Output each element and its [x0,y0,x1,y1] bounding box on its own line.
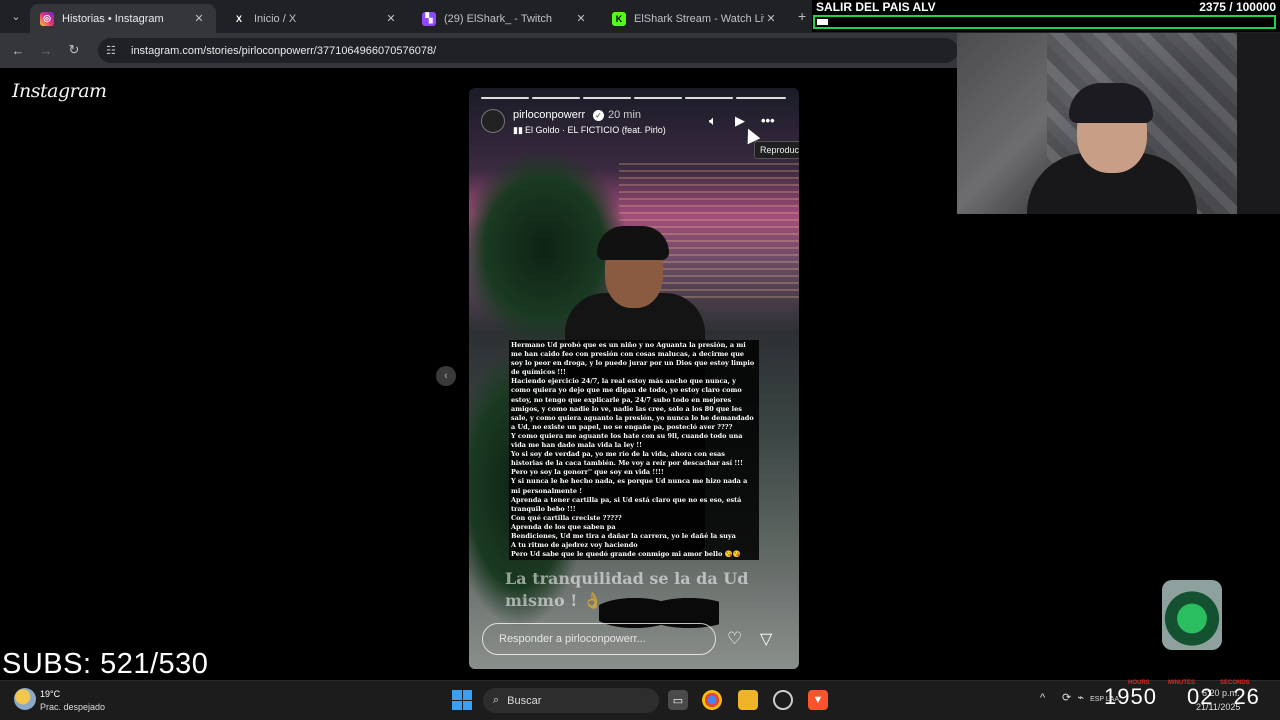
story-progress-segment [685,97,733,99]
back-icon[interactable]: ← [8,40,28,60]
story-progress-segment [583,97,631,99]
tab-twitch[interactable]: ▚ (29) ElShark_ - Twitch ✕ [412,4,598,33]
heart-icon[interactable]: ♡ [727,629,742,649]
tip-jar-icon [1162,580,1222,650]
webcam-doorway [1237,33,1280,214]
kick-icon: K [612,11,626,26]
weather-icon[interactable] [14,688,36,710]
subs-counter: SUBS: 521/530 [2,648,209,680]
story-text-line: Pero yo soy la gonorr'' que soy en vida … [511,468,664,477]
tab-title: Historias • Instagram [62,12,164,25]
story-viewer[interactable]: pirloconpowerr ✓ 20 min ▮▮ El Goldo · EL… [469,88,799,669]
windows-start-icon[interactable] [452,690,472,710]
story-caption: La tranquilidad se la da Ud mismo ! 👌 [505,569,749,610]
story-text-line: Con qué cartilla creciste ????? [511,513,622,522]
stream-goal-title: SALIR DEL PAIS ALV [816,0,936,14]
story-text-line: Hermano Ud probó que es un niño y no Agu… [511,341,755,377]
stream-goal-progress-fill [817,19,828,25]
streamer-webcam [957,33,1280,214]
reload-icon[interactable]: ↻ [64,40,84,60]
story-reply-input[interactable]: Responder a pirloconpowerr... [482,623,716,655]
twitch-icon: ▚ [422,11,436,26]
tab-close-icon[interactable]: ✕ [764,12,778,25]
send-icon[interactable]: ▽ [760,629,772,649]
story-progress-segment [481,97,529,99]
weather-temperature[interactable]: 19°C [40,689,60,699]
story-avatar[interactable] [481,109,505,133]
story-username[interactable]: pirloconpowerr [513,109,585,121]
previous-story-arrow-icon[interactable]: ‹ [436,366,456,386]
music-bars-icon: ▮▮ [513,125,523,135]
story-text-line: Aprenda de los que saben pa [511,522,616,531]
story-text-line: Pero Ud sabe que le quedó grande conmigo… [511,550,741,559]
instagram-logo[interactable]: Instagram [12,80,107,102]
tab-title: (29) ElShark_ - Twitch [444,12,553,25]
verified-badge-icon: ✓ [593,110,604,121]
new-tab-icon[interactable]: + [798,8,806,24]
taskbar-search[interactable]: ⌕ Buscar [483,688,659,713]
story-person-cap [597,226,669,260]
volume-icon[interactable]: 🔈︎ [709,113,717,129]
story-text-line: Y si nunca le he hecho nada, es porque U… [511,477,748,495]
taskbar-search-label: Buscar [507,694,542,707]
story-progress-segment [736,97,786,99]
site-info-icon[interactable]: ☷ [106,44,122,57]
story-text-line: Haciendo ejercicio 24/7, la real estoy m… [511,377,754,431]
story-progress-segment [634,97,682,99]
timer-seconds: 26 [1233,684,1260,709]
timer-minutes: 02 [1186,684,1214,709]
search-icon: ⌕ [493,694,500,706]
x-icon: X [235,13,242,24]
file-explorer-icon[interactable] [738,690,758,710]
tab-kick[interactable]: K ElShark Stream - Watch Live on ✕ [602,4,788,33]
story-text-line: Bendiciones, Ud me tira a dañar la carre… [511,531,736,540]
timer-hours: 1950 [1104,684,1157,709]
tab-close-icon[interactable]: ✕ [574,12,588,25]
story-progress-segment [532,97,580,99]
tab-search-chevron-icon[interactable]: ⌄ [6,6,26,26]
story-time: 20 min [608,109,642,121]
story-text-line: Y como quiera me aguante los hate con su… [511,431,743,450]
story-text-line: Yo si soy de verdad pa, yo me río de la … [511,450,743,468]
weather-description[interactable]: Prac. despejado [40,702,105,712]
tab-x[interactable]: X Inicio / X ✕ [222,4,408,33]
webcam-person-cap [1069,83,1153,123]
chrome-icon[interactable] [702,690,722,710]
tab-title: ElShark Stream - Watch Live on [634,12,764,25]
address-url: instagram.com/stories/pirloconpowerr/377… [131,44,437,57]
stream-goal-progress-bar [813,15,1276,29]
address-bar[interactable]: ☷ instagram.com/stories/pirloconpowerr/3… [98,38,958,63]
more-options-icon[interactable]: ••• [761,113,775,128]
task-view-icon[interactable]: ▭ [668,690,688,710]
obs-icon[interactable] [773,690,793,710]
story-text-block: Hermano Ud probó que es un niño y no Agu… [509,340,759,561]
tab-title: Inicio / X [254,12,297,25]
instagram-icon: ◎ [40,11,54,26]
tray-chevron-icon[interactable]: ^ [1040,692,1045,704]
play-icon[interactable]: ▶ [735,113,745,129]
tab-close-icon[interactable]: ✕ [384,12,398,25]
brave-icon[interactable]: ▼ [808,690,828,710]
forward-icon[interactable]: → [36,40,56,60]
tab-instagram[interactable]: ◎ Historias • Instagram ✕ [30,4,216,33]
story-text-line: Aprenda a tener cartilla pa, si Ud está … [511,495,742,513]
tab-close-icon[interactable]: ✕ [192,12,206,25]
story-music-label[interactable]: El Goldo · EL FICTICIO (feat. Pirlo) [525,125,666,135]
story-text-line: A tu ritmo de ajedrez voy haciendo [511,541,638,550]
stream-goal-count: 2375 / 100000 [1199,0,1276,14]
subathon-timer: 1950 02 26 [1104,684,1260,710]
play-tooltip: Reproducir [754,141,799,159]
